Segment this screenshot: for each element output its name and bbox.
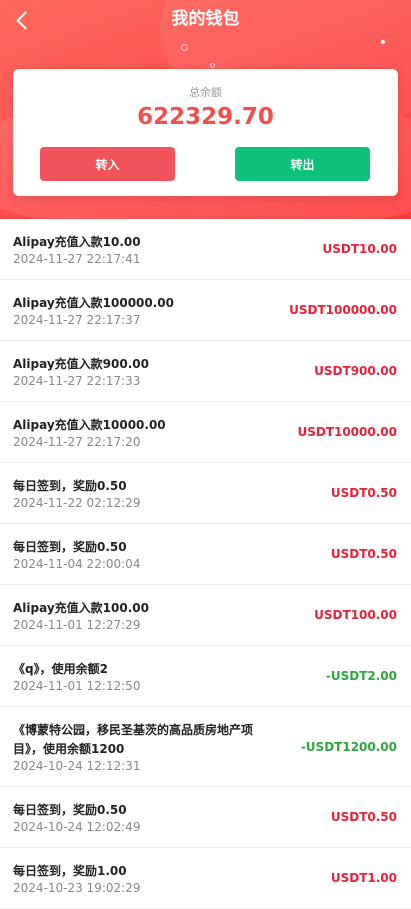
transaction-amount: USDT0.50 (330, 486, 397, 500)
transaction-row[interactable]: 每日签到，奖励0.50 2024-11-22 02:12:29 USDT0.50 (0, 463, 411, 524)
balance-label: 总余额 (189, 86, 222, 99)
transaction-amount: -USDT1200.00 (300, 740, 397, 754)
transaction-amount: USDT100.00 (314, 608, 397, 622)
transaction-title: Alipay充值入款100.00 (13, 601, 149, 615)
transaction-time: 2024-10-24 12:02:49 (13, 820, 141, 834)
bubble-decoration (381, 40, 385, 44)
bubble-decoration (181, 44, 188, 51)
balance-amount: 622329.70 (137, 104, 274, 130)
transaction-time: 2024-10-23 19:02:29 (13, 881, 141, 895)
transaction-title: 《q》，使用余额2 (13, 662, 108, 676)
transaction-title: Alipay充值入款10000.00 (13, 418, 166, 432)
transaction-title: 每日签到，奖励0.50 (13, 479, 127, 493)
transaction-amount: USDT1.00 (330, 871, 397, 885)
transaction-amount: USDT0.50 (330, 810, 397, 824)
transaction-title: 每日签到，奖励0.50 (13, 803, 127, 817)
transaction-time: 2024-11-22 02:12:29 (13, 496, 141, 510)
transaction-title: 每日签到，奖励1.00 (13, 864, 127, 878)
transaction-row[interactable]: 每日签到，奖励0.50 2024-10-24 12:02:49 USDT0.50 (0, 787, 411, 848)
transaction-time: 2024-10-24 12:12:31 (13, 759, 141, 773)
transaction-list: Alipay充值入款10.00 2024-11-27 22:17:41 USDT10… (0, 219, 411, 909)
transaction-row[interactable]: 每日签到，奖励1.00 2024-10-23 19:02:29 USDT1.00 (0, 848, 411, 909)
transaction-row[interactable]: 《q》，使用余额2 2024-11-01 12:12:50 -USDT2.00 (0, 646, 411, 707)
transaction-row[interactable]: 《博蒙特公园，移民圣基茨的高品质房地产项目》，使用余额1200 2024-10-2… (0, 707, 411, 787)
withdraw-button[interactable]: 转出 (235, 147, 370, 181)
transaction-time: 2024-11-01 12:12:50 (13, 679, 141, 693)
transaction-row[interactable]: Alipay充值入款900.00 2024-11-27 22:17:33 USDT9… (0, 341, 411, 402)
transaction-amount: USDT100000.00 (289, 303, 397, 317)
transaction-row[interactable]: 每日签到，奖励0.50 2024-11-04 22:00:04 USDT0.50 (0, 524, 411, 585)
transaction-time: 2024-11-27 22:17:20 (13, 435, 141, 449)
transaction-time: 2024-11-27 22:17:33 (13, 374, 141, 388)
transaction-amount: USDT0.50 (330, 547, 397, 561)
transaction-amount: USDT10.00 (322, 242, 398, 256)
deposit-button[interactable]: 转入 (40, 147, 175, 181)
transaction-amount: USDT900.00 (314, 364, 397, 378)
transaction-row[interactable]: Alipay充值入款10000.00 2024-11-27 22:17:20 USD… (0, 402, 411, 463)
transaction-amount: USDT10000.00 (297, 425, 397, 439)
transaction-time: 2024-11-01 12:27:29 (13, 618, 141, 632)
transaction-title: Alipay充值入款100000.00 (13, 296, 175, 310)
transaction-title: Alipay充值入款10.00 (13, 235, 141, 249)
transaction-amount: -USDT2.00 (325, 669, 397, 683)
transaction-title: Alipay充值入款900.00 (13, 357, 149, 371)
balance-card: 总余额 622329.70 转入 转出 (13, 69, 398, 196)
transaction-time: 2024-11-27 22:17:41 (13, 252, 141, 266)
transaction-row[interactable]: Alipay充值入款10.00 2024-11-27 22:17:41 USDT10… (0, 219, 411, 280)
bubble-decoration (210, 63, 215, 68)
transaction-time: 2024-11-04 22:00:04 (13, 557, 141, 571)
transaction-row[interactable]: Alipay充值入款100000.00 2024-11-27 22:17:37 US… (0, 280, 411, 341)
transaction-title: 每日签到，奖励0.50 (13, 540, 127, 554)
transaction-title: 《博蒙特公园，移民圣基茨的高品质房地产项目》，使用余额1200 (13, 723, 254, 756)
transaction-time: 2024-11-27 22:17:37 (13, 313, 141, 327)
transaction-row[interactable]: Alipay充值入款100.00 2024-11-01 12:27:29 USDT1… (0, 585, 411, 646)
page-title: 我的钱包 (171, 9, 240, 29)
